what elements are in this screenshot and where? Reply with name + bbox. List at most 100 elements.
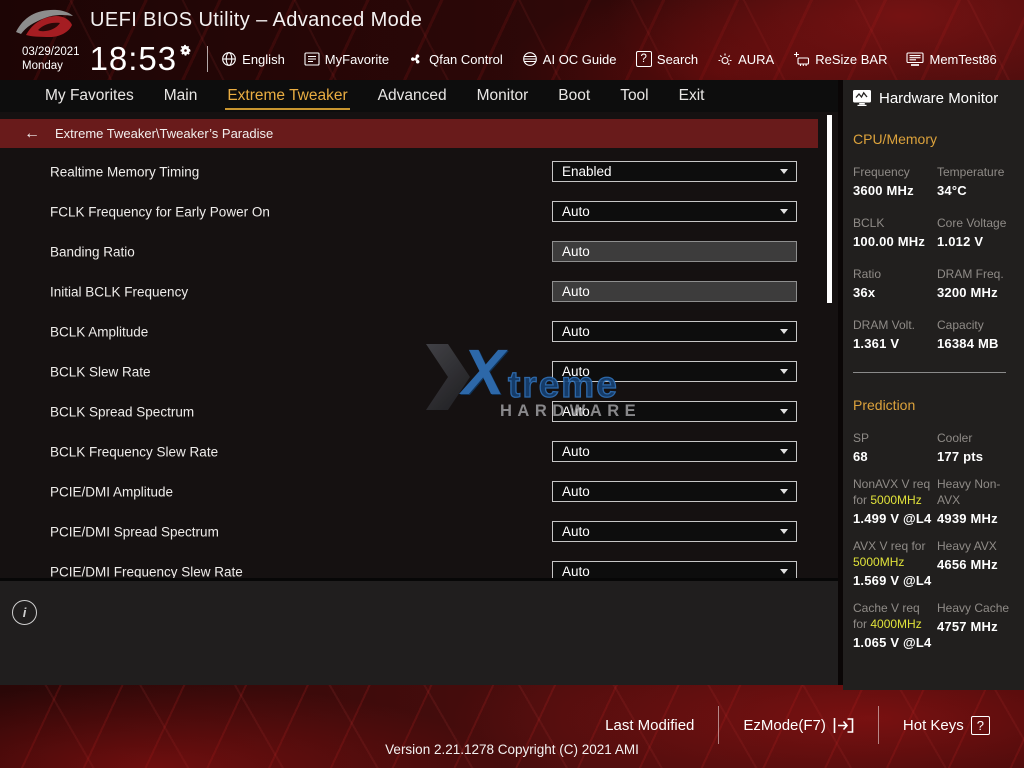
setting-row: PCIE/DMI Frequency Slew Rate Auto bbox=[0, 552, 838, 578]
header: UEFI BIOS Utility – Advanced Mode 03/29/… bbox=[0, 0, 1024, 80]
info-panel: i bbox=[0, 578, 838, 685]
toolbar-item-search[interactable]: ? Search bbox=[636, 51, 699, 67]
toolbar-item-resize-bar[interactable]: ReSize BAR bbox=[793, 51, 887, 67]
scrollbar[interactable] bbox=[827, 115, 832, 303]
clock: 18:53 bbox=[90, 41, 193, 77]
setting-row: Realtime Memory Timing Enabled bbox=[0, 152, 838, 192]
chevron-down-icon bbox=[780, 489, 788, 494]
toolbar-item-qfan-control[interactable]: Qfan Control bbox=[408, 51, 503, 67]
hot-keys-button[interactable]: Hot Keys ? bbox=[879, 716, 1014, 735]
setting-dropdown[interactable]: Auto bbox=[552, 481, 797, 502]
setting-label: PCIE/DMI Frequency Slew Rate bbox=[50, 565, 243, 579]
setting-dropdown[interactable]: Auto bbox=[552, 361, 797, 382]
prediction-entry: Cache V req for 4000MHz 1.065 V @L4 Heav… bbox=[853, 600, 1024, 650]
app-title: UEFI BIOS Utility – Advanced Mode bbox=[90, 9, 422, 32]
date-label: 03/29/2021 bbox=[22, 45, 80, 59]
search-icon: ? bbox=[636, 51, 652, 67]
last-modified-button[interactable]: Last Modified bbox=[581, 717, 718, 734]
tab-exit[interactable]: Exit bbox=[677, 83, 707, 109]
setting-label: FCLK Frequency for Early Power On bbox=[50, 205, 270, 220]
chevron-down-icon bbox=[780, 529, 788, 534]
qfan-icon bbox=[408, 51, 424, 67]
setting-label: Initial BCLK Frequency bbox=[50, 285, 188, 300]
setting-row: FCLK Frequency for Early Power On Auto bbox=[0, 192, 838, 232]
globe-icon bbox=[221, 51, 237, 67]
toolbar-item-ai-oc-guide[interactable]: AI OC Guide bbox=[522, 51, 617, 67]
version-text: Version 2.21.1278 Copyright (C) 2021 AMI bbox=[0, 742, 1024, 757]
setting-dropdown[interactable]: Enabled bbox=[552, 161, 797, 182]
setting-dropdown[interactable]: Auto bbox=[552, 521, 797, 542]
chevron-down-icon bbox=[780, 169, 788, 174]
divider bbox=[853, 372, 1006, 373]
datetime: 03/29/2021 Monday bbox=[22, 45, 80, 74]
chevron-down-icon bbox=[780, 369, 788, 374]
setting-label: PCIE/DMI Amplitude bbox=[50, 485, 173, 500]
footer-nav: Last Modified EzMode(F7) Hot Keys ? bbox=[581, 706, 1014, 744]
toolbar-items: English MyFavorite Qfan Control AI OC Gu… bbox=[221, 51, 997, 67]
setting-row: BCLK Slew Rate Auto bbox=[0, 352, 838, 392]
toolbar-item-memtest86[interactable]: MemTest86 bbox=[906, 52, 996, 67]
setting-dropdown[interactable]: Auto bbox=[552, 401, 797, 422]
breadcrumb-path: Extreme Tweaker\Tweaker’s Paradise bbox=[55, 126, 273, 141]
tab-monitor[interactable]: Monitor bbox=[475, 83, 531, 109]
setting-row: PCIE/DMI Spread Spectrum Auto bbox=[0, 512, 838, 552]
setting-label: BCLK Slew Rate bbox=[50, 365, 151, 380]
setting-input-disabled: Auto bbox=[552, 241, 797, 262]
setting-row: BCLK Amplitude Auto bbox=[0, 312, 838, 352]
setting-dropdown[interactable]: Auto bbox=[552, 321, 797, 342]
gear-icon[interactable] bbox=[179, 44, 192, 57]
setting-dropdown[interactable]: Auto bbox=[552, 561, 797, 578]
day-label: Monday bbox=[22, 59, 80, 73]
toolbar-item-myfavorite[interactable]: MyFavorite bbox=[304, 52, 389, 67]
back-arrow-icon[interactable]: ← bbox=[24, 126, 40, 142]
footer: Last Modified EzMode(F7) Hot Keys ? Vers… bbox=[0, 685, 1024, 768]
hm-pair-group: SP68 Cooler177 pts bbox=[853, 430, 1024, 464]
chevron-down-icon bbox=[780, 329, 788, 334]
breadcrumb: ← Extreme Tweaker\Tweaker’s Paradise bbox=[0, 119, 818, 148]
question-icon: ? bbox=[971, 716, 990, 735]
setting-dropdown[interactable]: Auto bbox=[552, 441, 797, 462]
tab-boot[interactable]: Boot bbox=[556, 83, 592, 109]
hardware-monitor-title: Hardware Monitor bbox=[879, 90, 998, 107]
toolbar-item-aura[interactable]: AURA bbox=[717, 51, 774, 67]
prediction-entry: NonAVX V req for 5000MHz 1.499 V @L4 Hea… bbox=[853, 476, 1024, 526]
ezmode-button[interactable]: EzMode(F7) bbox=[719, 717, 878, 734]
chevron-down-icon bbox=[780, 449, 788, 454]
hm-pair-group: BCLK100.00 MHz Core Voltage1.012 V bbox=[853, 215, 1024, 249]
setting-row: Initial BCLK Frequency Auto bbox=[0, 272, 838, 312]
cpu-memory-section-title: CPU/Memory bbox=[853, 131, 1024, 147]
hm-pair-group: Ratio36x DRAM Freq.3200 MHz bbox=[853, 266, 1024, 300]
setting-row: PCIE/DMI Amplitude Auto bbox=[0, 472, 838, 512]
tab-tool[interactable]: Tool bbox=[618, 83, 650, 109]
setting-row: BCLK Spread Spectrum Auto bbox=[0, 392, 838, 432]
chevron-down-icon bbox=[780, 569, 788, 574]
settings-rows: Realtime Memory Timing Enabled FCLK Freq… bbox=[0, 152, 838, 578]
info-icon: i bbox=[12, 600, 37, 625]
prediction-entry: AVX V req for 5000MHz 1.569 V @L4 Heavy … bbox=[853, 538, 1024, 588]
tab-main[interactable]: Main bbox=[162, 83, 200, 109]
freq-highlight: 5000MHz bbox=[853, 555, 904, 569]
time-label: 18:53 bbox=[90, 41, 178, 77]
titlebar: UEFI BIOS Utility – Advanced Mode bbox=[0, 0, 422, 40]
myfavorite-icon bbox=[304, 52, 320, 66]
tab-advanced[interactable]: Advanced bbox=[376, 83, 449, 109]
resize-bar-icon bbox=[793, 51, 810, 67]
setting-dropdown[interactable]: Auto bbox=[552, 201, 797, 222]
freq-highlight: 4000MHz bbox=[870, 617, 921, 631]
ezmode-exit-icon bbox=[833, 717, 854, 734]
prediction-section-title: Prediction bbox=[853, 397, 1024, 413]
hardware-monitor-header: Hardware Monitor bbox=[852, 89, 1024, 107]
setting-label: Banding Ratio bbox=[50, 245, 135, 260]
setting-label: BCLK Amplitude bbox=[50, 325, 148, 340]
tab-extreme-tweaker[interactable]: Extreme Tweaker bbox=[225, 83, 349, 109]
rog-logo-icon bbox=[12, 4, 74, 40]
menu-bar: My Favorites Main Extreme Tweaker Advanc… bbox=[0, 80, 838, 112]
freq-highlight: 5000MHz bbox=[870, 493, 921, 507]
settings-panel: ← Extreme Tweaker\Tweaker’s Paradise Rea… bbox=[0, 112, 838, 578]
setting-row: Banding Ratio Auto bbox=[0, 232, 838, 272]
memtest-icon bbox=[906, 52, 924, 67]
toolbar-item-english[interactable]: English bbox=[221, 51, 285, 67]
chevron-down-icon bbox=[780, 209, 788, 214]
tab-my-favorites[interactable]: My Favorites bbox=[43, 83, 136, 109]
hardware-monitor-panel: Hardware Monitor CPU/Memory Frequency360… bbox=[843, 80, 1024, 690]
